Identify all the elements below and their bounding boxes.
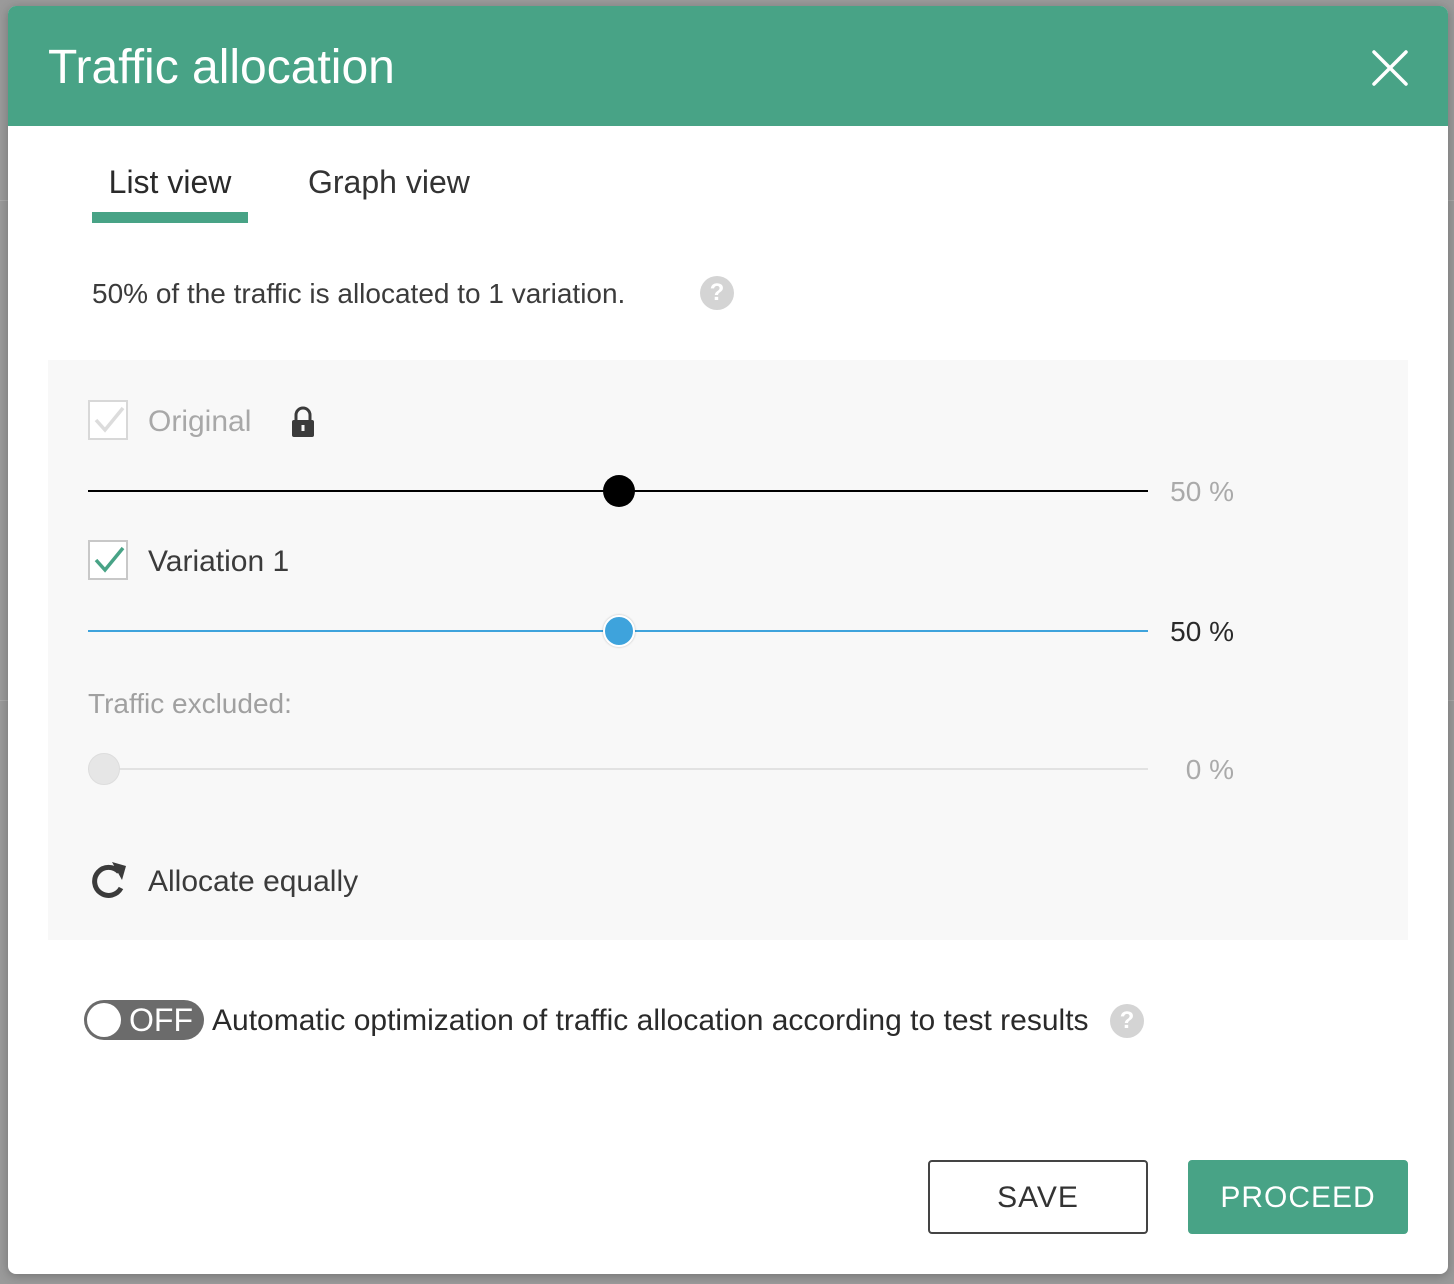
allocation-summary: 50% of the traffic is allocated to 1 var… bbox=[92, 278, 626, 309]
variation-1-checkbox[interactable] bbox=[88, 540, 128, 580]
dialog-header: Traffic allocation bbox=[8, 6, 1448, 126]
allocate-equally-label: Allocate equally bbox=[148, 865, 359, 898]
variation-1-slider-thumb[interactable] bbox=[603, 615, 635, 647]
excluded-percent: 0 % bbox=[1185, 754, 1234, 785]
close-icon bbox=[1372, 50, 1408, 86]
excluded-slider-track bbox=[88, 768, 1148, 770]
variation-1-percent: 50 % bbox=[1170, 616, 1234, 647]
original-percent: 50 % bbox=[1170, 476, 1234, 507]
close-button[interactable] bbox=[1364, 42, 1416, 94]
save-button[interactable]: SAVE bbox=[928, 1160, 1148, 1234]
auto-optimization-toggle[interactable]: OFF bbox=[84, 1000, 204, 1040]
allocation-panel: Original 50 % Variation 1 50 % Traffic e… bbox=[48, 360, 1408, 940]
proceed-button[interactable]: PROCEED bbox=[1188, 1160, 1408, 1234]
refresh-icon bbox=[92, 862, 126, 898]
lock-icon bbox=[290, 406, 316, 438]
active-tab-indicator bbox=[92, 212, 248, 223]
auto-optimization-label: Automatic optimization of traffic alloca… bbox=[212, 1004, 1089, 1037]
original-label: Original bbox=[148, 405, 252, 438]
check-icon bbox=[94, 546, 125, 573]
traffic-excluded-label: Traffic excluded: bbox=[88, 688, 292, 719]
traffic-allocation-dialog: Traffic allocation List view Graph view … bbox=[8, 6, 1448, 1274]
excluded-slider-thumb bbox=[88, 753, 120, 785]
help-icon[interactable]: ? bbox=[1110, 1004, 1144, 1038]
check-icon bbox=[94, 406, 125, 433]
dialog-title: Traffic allocation bbox=[48, 41, 395, 94]
tab-list-view[interactable]: List view bbox=[92, 158, 248, 218]
original-slider-thumb bbox=[603, 475, 635, 507]
original-checkbox bbox=[88, 400, 128, 440]
help-icon[interactable]: ? bbox=[700, 276, 734, 310]
toggle-knob bbox=[87, 1003, 121, 1037]
tab-graph-view[interactable]: Graph view bbox=[308, 158, 488, 218]
toggle-state: OFF bbox=[129, 1002, 193, 1038]
variation-1-label: Variation 1 bbox=[148, 545, 290, 578]
